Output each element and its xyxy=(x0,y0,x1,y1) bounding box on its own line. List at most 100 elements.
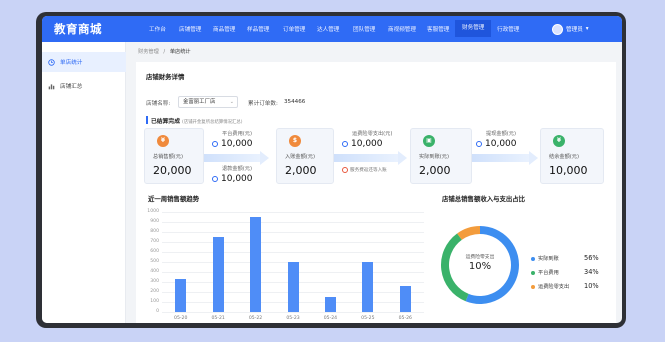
donut-center-label: 运费险零支出 xyxy=(465,255,495,260)
finance-panel: 店铺财务详情 店铺名称: 金富丽工厂店 ⌄ 累计订单数: 354466 已结算完… xyxy=(136,62,616,323)
bar[interactable] xyxy=(362,262,374,312)
orders-value: 354466 xyxy=(284,99,306,105)
platform-fee-value: 10,000 xyxy=(212,139,253,149)
card-value: 20,000 xyxy=(153,164,192,177)
x-tick-label: 05-26 xyxy=(398,316,412,321)
card-actual: ▣ 实际到账(元) 2,000 xyxy=(410,128,472,184)
sidebar-item-single-store[interactable]: 单店统计 xyxy=(42,52,126,72)
x-tick-label: 05-20 xyxy=(174,316,188,321)
service-note-text: 服务费返还等入账 xyxy=(350,168,387,173)
chart-bars-icon xyxy=(48,83,55,89)
x-tick-label: 05-25 xyxy=(361,316,375,321)
clock-icon xyxy=(48,58,55,66)
x-tick-label: 05-22 xyxy=(248,316,263,321)
y-tick-label: 100 xyxy=(150,299,159,304)
x-tick-label: 05-24 xyxy=(323,316,338,321)
wallet-icon: ¥ xyxy=(157,135,169,147)
nav-item[interactable]: 财务管理 xyxy=(455,20,492,37)
nav-item[interactable]: 店铺管理 xyxy=(179,25,201,33)
y-tick-label: 800 xyxy=(150,229,159,234)
minus-circle-icon xyxy=(476,141,482,147)
flow-arrow xyxy=(334,154,400,162)
card-total-sales: ¥ 总销售额(元) 20,000 xyxy=(144,128,204,184)
y-tick-label: 500 xyxy=(150,259,159,264)
gridline xyxy=(162,312,424,313)
legend-dot xyxy=(531,285,535,289)
minus-circle-icon xyxy=(212,176,218,182)
refund-value: 10,000 xyxy=(212,174,253,184)
gridline xyxy=(162,242,424,243)
bar[interactable] xyxy=(399,286,411,312)
card-value: 10,000 xyxy=(549,164,588,177)
legend-label: 实际到账 xyxy=(538,256,559,262)
refund-amount: 10,000 xyxy=(221,174,253,184)
flow-arrow xyxy=(471,154,531,162)
sidebar-item-label: 店铺汇总 xyxy=(60,84,83,90)
card-label: 入账金额(元) xyxy=(285,154,315,160)
nav-item[interactable]: 达人管理 xyxy=(317,25,339,33)
section-marker xyxy=(146,116,148,124)
minus-circle-icon xyxy=(342,141,348,147)
orders-label: 累计订单数: xyxy=(248,101,278,107)
sidebar-item-store-summary[interactable]: 店铺汇总 xyxy=(42,76,126,96)
legend-label: 运费险零支出 xyxy=(538,284,570,290)
shop-select-value: 金富丽工厂店 xyxy=(183,99,216,105)
legend-value: 56% xyxy=(584,254,599,262)
y-tick-label: 600 xyxy=(150,249,159,254)
nav-item[interactable]: 商品管理 xyxy=(213,25,235,33)
sidebar-item-label: 单店统计 xyxy=(60,60,83,66)
nav-item[interactable]: 行政管理 xyxy=(497,25,519,33)
shop-select[interactable]: 金富丽工厂店 ⌄ xyxy=(178,96,238,108)
nav-item[interactable]: 工作台 xyxy=(149,25,166,33)
user-menu[interactable]: 管理员 ▾ xyxy=(552,22,589,36)
card-label: 总销售额(元) xyxy=(153,154,183,160)
nav-item[interactable]: 订单管理 xyxy=(283,25,305,33)
flow-arrow-head xyxy=(398,151,407,165)
flow-arrow-head xyxy=(529,151,538,165)
withdrawn-label: 提现金额(元) xyxy=(486,131,516,137)
gridline xyxy=(162,252,424,253)
avatar xyxy=(552,23,563,35)
nav-item[interactable]: 客服管理 xyxy=(427,25,449,33)
money-bag-icon: $ xyxy=(289,135,301,147)
legend-dot xyxy=(531,271,535,275)
withdrawn-value: 10,000 xyxy=(476,139,517,149)
withdrawn-amount: 10,000 xyxy=(485,139,517,149)
user-name: 管理员 xyxy=(566,27,583,33)
breadcrumb: 财务管理 / 单店统计 xyxy=(138,48,191,55)
x-tick-label: 05-23 xyxy=(286,316,300,321)
nav-item[interactable]: 样品管理 xyxy=(247,25,269,33)
app-logo: 教育商城 xyxy=(54,22,102,36)
minus-circle-icon xyxy=(212,141,218,147)
bar[interactable] xyxy=(287,262,299,312)
bar-chart-title: 近一周销售额趋势 xyxy=(148,195,200,203)
page-title: 店铺财务详情 xyxy=(146,73,185,81)
refund-label: 退款金额(元) xyxy=(222,166,252,172)
top-nav: 教育商城 工作台 店铺管理 商品管理 样品管理 订单管理 达人管理 团队管理 商视频管理 客服管… xyxy=(42,16,622,42)
settled-title-text: 已结算完成 xyxy=(151,119,180,125)
platform-fee-amount: 10,000 xyxy=(221,139,253,149)
legend-value: 10% xyxy=(584,282,599,290)
sidebar: 单店统计 店铺汇总 xyxy=(42,42,126,323)
donut-chart-title: 店铺总销售额收入与支出占比 xyxy=(442,195,526,203)
nav-item[interactable]: 商视频管理 xyxy=(388,25,416,33)
legend-dot xyxy=(531,257,535,261)
donut-slice[interactable] xyxy=(457,226,481,241)
settled-note: (店铺开金复所总结算情况汇总) xyxy=(182,120,243,125)
bar[interactable] xyxy=(250,217,262,312)
y-tick-label: 1000 xyxy=(147,209,159,214)
y-tick-label: 0 xyxy=(156,309,159,314)
coin-icon: ¥ xyxy=(553,135,565,147)
bar[interactable] xyxy=(324,297,336,312)
platform-fee-label: 平台费用(元) xyxy=(222,131,252,137)
caret-down-icon: ▾ xyxy=(585,26,589,32)
card-balance: ¥ 结余金额(元) 10,000 xyxy=(540,128,604,184)
bar[interactable] xyxy=(212,237,224,312)
nav-item[interactable]: 团队管理 xyxy=(353,25,375,33)
bar[interactable] xyxy=(175,279,187,312)
y-tick-label: 400 xyxy=(150,269,159,274)
y-tick-label: 700 xyxy=(150,239,159,244)
breadcrumb-separator: / xyxy=(163,49,166,55)
breadcrumb-parent[interactable]: 财务管理 xyxy=(138,49,159,55)
shop-label: 店铺名称: xyxy=(146,101,171,107)
